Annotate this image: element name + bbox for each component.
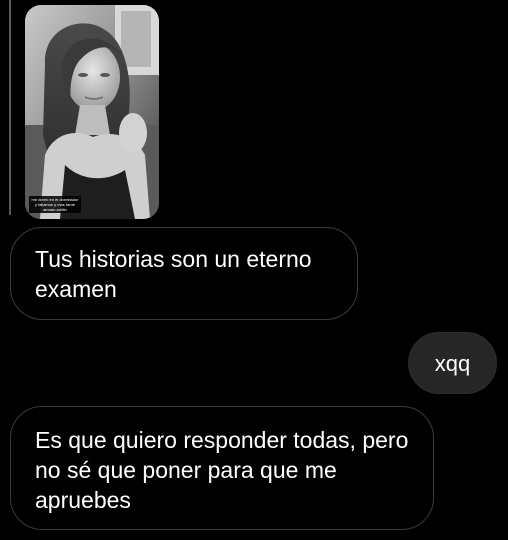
incoming-message-bubble[interactable]: Es que quiero responder todas, pero no s… <box>10 406 434 530</box>
chat-thread: me dormí en el dormitador y fallamos y m… <box>0 0 508 540</box>
story-caption-text: me dormí en el dormitador y fallamos y m… <box>29 196 81 213</box>
message-text: Tus historias son un eterno examen <box>35 246 312 302</box>
story-photo-icon <box>25 5 159 219</box>
message-text: Es que quiero responder todas, pero no s… <box>35 427 409 513</box>
message-text: xqq <box>434 351 471 376</box>
incoming-message-bubble[interactable]: Tus historias son un eterno examen <box>10 227 358 320</box>
outgoing-message-bubble[interactable]: xqq <box>408 332 497 394</box>
story-reply-indicator-bar <box>9 0 11 215</box>
story-reply-thumbnail[interactable]: me dormí en el dormitador y fallamos y m… <box>25 5 159 219</box>
